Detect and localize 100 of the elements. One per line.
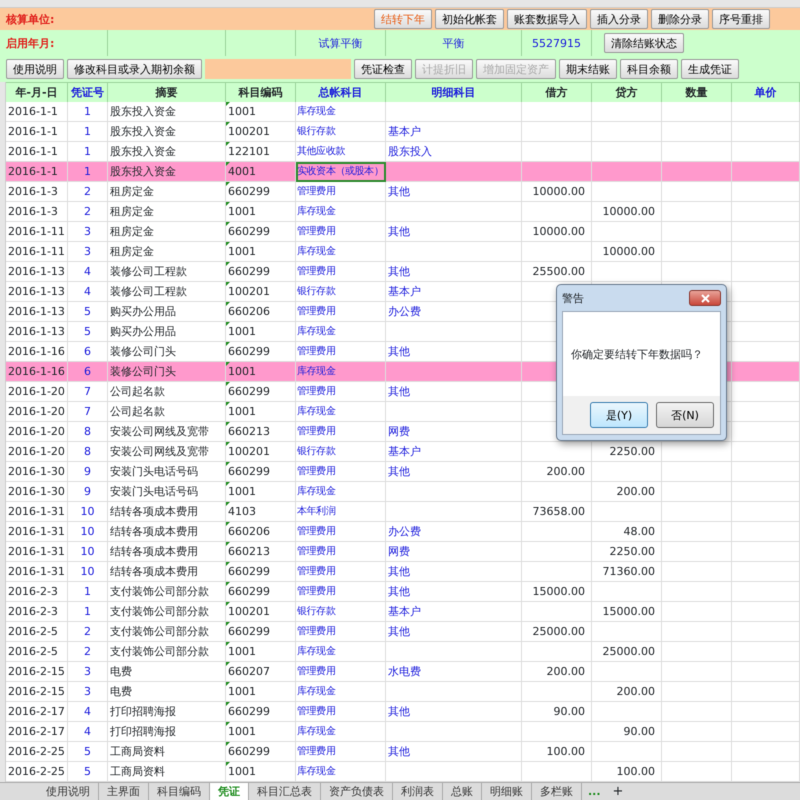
column-header[interactable]: 借方	[522, 82, 592, 102]
table-cell	[732, 262, 800, 282]
table-cell: 1001	[226, 482, 296, 502]
toolbar-button[interactable]: 清除结账状态	[604, 33, 684, 53]
table-cell	[732, 742, 800, 762]
table-cell: 660299	[226, 582, 296, 602]
table-cell	[662, 162, 732, 182]
column-header[interactable]: 科目编码	[226, 82, 296, 102]
table-cell: 5	[68, 322, 108, 342]
table-cell	[592, 262, 662, 282]
table-cell	[522, 242, 592, 262]
table-cell: 管理费用	[296, 182, 386, 202]
table-cell	[522, 722, 592, 742]
table-cell: 2016-1-1	[6, 162, 68, 182]
toolbar-button[interactable]: 初始化帐套	[435, 9, 504, 29]
column-header[interactable]: 单价	[732, 82, 800, 102]
table-cell	[732, 622, 800, 642]
dialog-button[interactable]: 是(Y)	[590, 402, 648, 428]
toolbar-button[interactable]: 插入分录	[590, 9, 648, 29]
table-cell: 200.00	[592, 482, 662, 502]
sheet-tab[interactable]: 使用说明	[38, 783, 99, 800]
toolbar-button[interactable]: 序号重排	[712, 9, 770, 29]
table-cell: 1001	[226, 402, 296, 422]
table-cell: 3	[68, 242, 108, 262]
table-cell: 1	[68, 582, 108, 602]
row-header[interactable]	[0, 762, 6, 782]
toolbar-button[interactable]: 删除分录	[651, 9, 709, 29]
column-header[interactable]: 数量	[662, 82, 732, 102]
table-cell: 10000.00	[522, 182, 592, 202]
table-cell	[732, 702, 800, 722]
table-cell	[662, 642, 732, 662]
column-header[interactable]: 明细科目	[386, 82, 522, 102]
sheet-tab[interactable]: 多栏账	[532, 783, 582, 800]
column-header[interactable]: 贷方	[592, 82, 662, 102]
table-cell	[662, 702, 732, 722]
sheet-tab[interactable]: 凭证	[210, 783, 249, 800]
column-header[interactable]: 摘要	[108, 82, 226, 102]
table-cell: 2250.00	[592, 542, 662, 562]
sheet-tab[interactable]: 科目汇总表	[249, 783, 321, 800]
table-cell: 2016-1-13	[6, 262, 68, 282]
toolbar-button[interactable]: 使用说明	[6, 59, 64, 79]
toolbar-button[interactable]: 科目余额	[620, 59, 678, 79]
table-cell: 15000.00	[522, 582, 592, 602]
table-cell	[662, 542, 732, 562]
table-cell	[522, 102, 592, 122]
table-cell: 基本户	[386, 442, 522, 462]
table-cell: 打印招聘海报	[108, 702, 226, 722]
table-cell: 100201	[226, 122, 296, 142]
table-cell	[592, 182, 662, 202]
table-cell: 公司起名款	[108, 382, 226, 402]
sheet-tab[interactable]: 明细账	[482, 783, 532, 800]
dialog-button[interactable]: 否(N)	[656, 402, 714, 428]
table-cell: 660299	[226, 182, 296, 202]
table-cell: 100.00	[522, 742, 592, 762]
table-cell: 1001	[226, 102, 296, 122]
toolbar-button[interactable]: 账套数据导入	[507, 9, 587, 29]
table-cell: 结转各项成本费用	[108, 542, 226, 562]
table-cell: 库存现金	[296, 682, 386, 702]
table-cell	[522, 122, 592, 142]
table-cell	[662, 462, 732, 482]
table-cell: 660299	[226, 702, 296, 722]
table-cell: 安装公司网线及宽带	[108, 442, 226, 462]
close-button[interactable]	[689, 290, 721, 306]
table-cell: 2	[68, 622, 108, 642]
column-header[interactable]: 年-月-日	[6, 82, 68, 102]
table-cell: 1001	[226, 242, 296, 262]
toolbar-button[interactable]: 凭证检查	[354, 59, 412, 79]
column-header[interactable]: 凭证号	[68, 82, 108, 102]
table-cell: 2016-1-30	[6, 482, 68, 502]
table-cell: 4	[68, 262, 108, 282]
table-cell: 2	[68, 182, 108, 202]
table-cell	[592, 702, 662, 722]
table-cell: 48.00	[592, 522, 662, 542]
toolbar-button[interactable]: 期末结账	[559, 59, 617, 79]
toolbar-button[interactable]: 修改科目或录入期初余额	[67, 59, 202, 79]
table-cell: 100201	[226, 602, 296, 622]
table-cell: 100201	[226, 442, 296, 462]
table-cell: 其他	[386, 222, 522, 242]
table-cell	[662, 522, 732, 542]
table-cell: 库存现金	[296, 722, 386, 742]
table-cell	[522, 482, 592, 502]
table-cell: 200.00	[522, 462, 592, 482]
table-cell: 管理费用	[296, 622, 386, 642]
table-cell: 管理费用	[296, 382, 386, 402]
sheet-tab[interactable]: 利润表	[393, 783, 443, 800]
sheet-tab[interactable]: 总账	[443, 783, 482, 800]
table-cell: 4	[68, 722, 108, 742]
sheet-tab[interactable]: 主界面	[99, 783, 149, 800]
column-header[interactable]: 总帐科目	[296, 82, 386, 102]
table-cell: 2	[68, 202, 108, 222]
input-field[interactable]	[205, 59, 351, 79]
table-cell	[732, 442, 800, 462]
table-cell	[732, 482, 800, 502]
table-cell: 电费	[108, 662, 226, 682]
table-cell: 管理费用	[296, 702, 386, 722]
table-cell: 管理费用	[296, 522, 386, 542]
toolbar-button[interactable]: 生成凭证	[681, 59, 739, 79]
add-sheet-button[interactable]: +	[606, 783, 630, 800]
table-cell: 购买办公用品	[108, 322, 226, 342]
sheet-tab[interactable]: 资产负债表	[321, 783, 393, 800]
